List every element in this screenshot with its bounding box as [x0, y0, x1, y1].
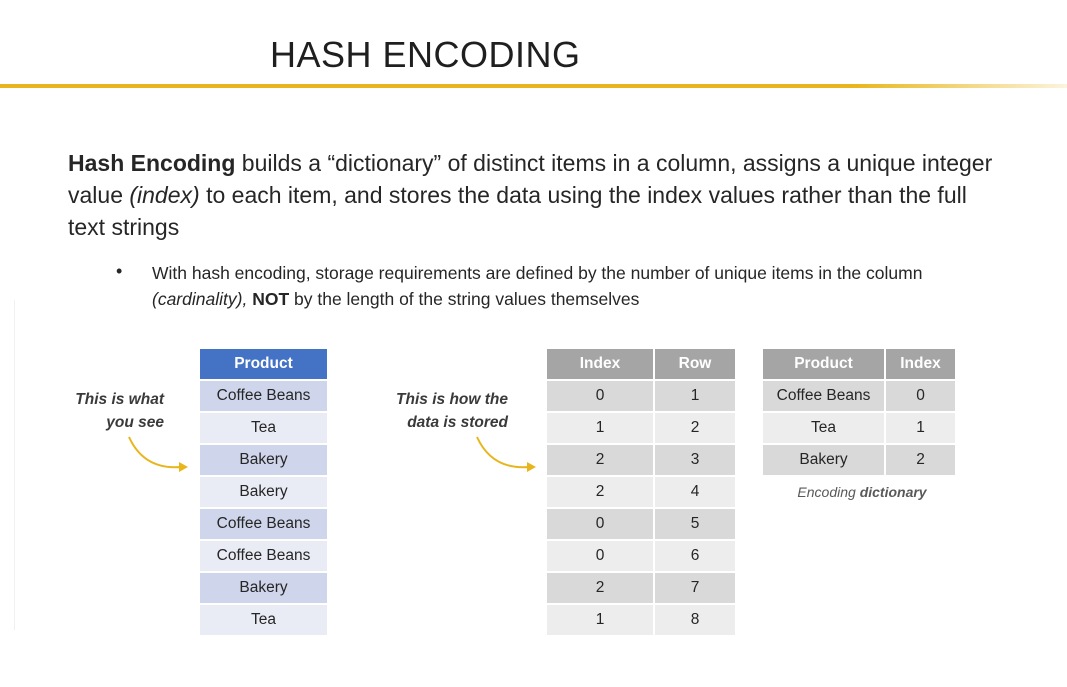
title-underline [0, 84, 1067, 88]
index-cell: 0 [547, 541, 653, 571]
table-row: Tea [200, 605, 327, 635]
table-row: 27 [547, 573, 735, 603]
index-row-table: Index Row 01 12 23 24 05 06 27 18 [545, 347, 737, 637]
table-row: 01 [547, 381, 735, 411]
table-row: Coffee Beans 0 [763, 381, 955, 411]
table-row: Bakery [200, 477, 327, 507]
dict-index-cell: 0 [886, 381, 955, 411]
index-cell: 2 [547, 477, 653, 507]
dict-product-cell: Coffee Beans [763, 381, 884, 411]
curved-arrow-icon [128, 436, 188, 472]
product-cell: Coffee Beans [200, 381, 327, 411]
table-row: Bakery 2 [763, 445, 955, 475]
left-margin-line [14, 300, 15, 630]
row-cell: 2 [655, 413, 735, 443]
intro-text-2: to each item, and stores the data using … [68, 182, 967, 240]
caption-part-2: dictionary [859, 484, 927, 500]
dict-index-cell: 1 [886, 413, 955, 443]
index-cell: 2 [547, 573, 653, 603]
row-cell: 8 [655, 605, 735, 635]
table-row: Tea 1 [763, 413, 955, 443]
bullet-marker: • [116, 261, 123, 281]
index-cell: 1 [547, 413, 653, 443]
caption-part-1: Encoding [797, 484, 860, 500]
table-row: 24 [547, 477, 735, 507]
bullet-text-1: With hash encoding, storage requirements… [152, 263, 923, 283]
row-cell: 5 [655, 509, 735, 539]
product-cell: Coffee Beans [200, 509, 327, 539]
row-cell: 7 [655, 573, 735, 603]
table-row: Tea [200, 413, 327, 443]
index-header: Index [547, 349, 653, 379]
bullet-text-2: by the length of the string values thems… [289, 289, 640, 309]
dictionary-caption: Encoding dictionary [764, 484, 960, 500]
table-row: 06 [547, 541, 735, 571]
curved-arrow-icon [476, 436, 536, 472]
index-cell: 0 [547, 509, 653, 539]
index-cell: 0 [547, 381, 653, 411]
dict-product-header: Product [763, 349, 884, 379]
product-cell: Coffee Beans [200, 541, 327, 571]
index-cell: 2 [547, 445, 653, 475]
dict-index-cell: 2 [886, 445, 955, 475]
product-header: Product [200, 349, 327, 379]
dict-index-header: Index [886, 349, 955, 379]
table-row: Coffee Beans [200, 381, 327, 411]
table-row: 18 [547, 605, 735, 635]
note-how-stored: This is how the data is stored [396, 391, 508, 431]
table-row: 23 [547, 445, 735, 475]
bullet-cardinality: (cardinality), [152, 289, 248, 309]
product-cell: Bakery [200, 445, 327, 475]
intro-term: Hash Encoding [68, 150, 236, 176]
intro-index-term: (index) [129, 182, 200, 208]
row-header: Row [655, 349, 735, 379]
product-cell: Bakery [200, 573, 327, 603]
table-row: Bakery [200, 445, 327, 475]
index-cell: 1 [547, 605, 653, 635]
row-cell: 6 [655, 541, 735, 571]
product-table: Product Coffee Beans Tea Bakery Bakery C… [198, 347, 329, 637]
row-cell: 3 [655, 445, 735, 475]
table-row: 05 [547, 509, 735, 539]
product-cell: Tea [200, 413, 327, 443]
intro-paragraph: Hash Encoding builds a “dictionary” of d… [68, 147, 998, 243]
row-cell: 4 [655, 477, 735, 507]
table-row: Bakery [200, 573, 327, 603]
product-cell: Bakery [200, 477, 327, 507]
table-row: Coffee Beans [200, 541, 327, 571]
dict-product-cell: Bakery [763, 445, 884, 475]
encoding-dictionary-table: Product Index Coffee Beans 0 Tea 1 Bakery 2 [761, 347, 957, 477]
table-row: Coffee Beans [200, 509, 327, 539]
bullet-not: NOT [252, 289, 290, 309]
note-what-you-see: This is what you see [75, 391, 164, 431]
product-cell: Tea [200, 605, 327, 635]
slide-title: HASH ENCODING [270, 34, 581, 75]
dict-product-cell: Tea [763, 413, 884, 443]
bullet-paragraph: With hash encoding, storage requirements… [152, 260, 982, 312]
row-cell: 1 [655, 381, 735, 411]
table-row: 12 [547, 413, 735, 443]
